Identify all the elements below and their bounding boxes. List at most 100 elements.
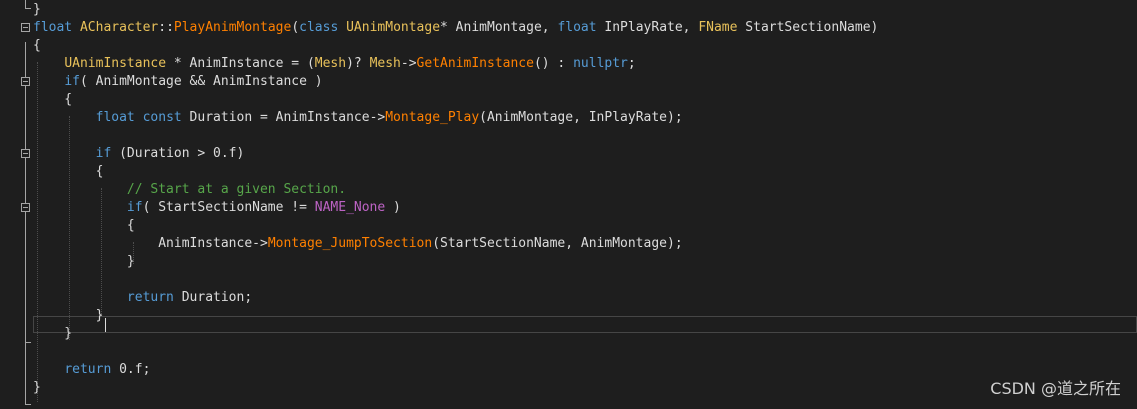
- code-line[interactable]: [0, 127, 1137, 145]
- code-text: }: [33, 379, 41, 397]
- code-token: }: [33, 254, 135, 269]
- code-token: NAME_None: [314, 200, 386, 215]
- code-token: Montage_JumpToSection: [267, 236, 433, 251]
- code-line[interactable]: }: [0, 1, 1137, 19]
- fold-collapse-icon[interactable]: [21, 149, 30, 158]
- code-token: float: [33, 20, 73, 35]
- code-token: ): [385, 200, 401, 215]
- code-text: return Duration;: [33, 289, 252, 307]
- code-token: }: [33, 326, 73, 341]
- code-token: {: [33, 164, 104, 179]
- code-line[interactable]: }: [0, 325, 1137, 343]
- code-line[interactable]: [0, 343, 1137, 361]
- code-line[interactable]: AnimInstance->Montage_JumpToSection(Star…: [0, 235, 1137, 253]
- code-token: 0.f;: [111, 362, 151, 377]
- code-token: class: [299, 20, 339, 35]
- code-line[interactable]: if( AnimMontage && AnimInstance ): [0, 73, 1137, 91]
- code-token: }: [33, 2, 41, 17]
- code-token: nullptr: [573, 56, 628, 71]
- code-line[interactable]: {: [0, 91, 1137, 109]
- code-token: if: [126, 200, 143, 215]
- code-token: ::: [158, 20, 174, 35]
- code-token: UAnimMontage: [346, 20, 441, 35]
- code-line[interactable]: return 0.f;: [0, 361, 1137, 379]
- text-caret: [105, 318, 106, 332]
- code-text: if( StartSectionName != NAME_None ): [33, 199, 401, 217]
- code-token: return: [64, 362, 112, 377]
- code-token: }: [33, 380, 41, 395]
- code-token: const: [142, 110, 182, 125]
- fold-collapse-icon[interactable]: [21, 203, 30, 212]
- code-line[interactable]: return Duration;: [0, 289, 1137, 307]
- code-token: InPlayRate,: [596, 20, 699, 35]
- code-token: PlayAnimMontage: [173, 20, 292, 35]
- code-token: (Duration > 0.f): [111, 146, 245, 161]
- code-token: FName: [698, 20, 738, 35]
- code-token: * AnimMontage,: [440, 20, 558, 35]
- code-text: UAnimInstance * AnimInstance = (Mesh)? M…: [33, 55, 636, 73]
- code-token: (AnimMontage, InPlayRate);: [479, 110, 683, 125]
- code-line[interactable]: {: [0, 217, 1137, 235]
- code-token: }: [33, 308, 104, 323]
- code-token: Mesh: [314, 56, 347, 71]
- code-token: {: [33, 38, 41, 53]
- code-text: {: [33, 91, 72, 109]
- code-editor[interactable]: } float ACharacter::PlayAnimMontage(class…: [0, 0, 1137, 409]
- code-token: Montage_Play: [385, 110, 480, 125]
- code-token: AnimInstance->: [33, 236, 268, 251]
- code-token: () :: [533, 56, 574, 71]
- code-line[interactable]: // Start at a given Section.: [0, 181, 1137, 199]
- code-token: )?: [346, 56, 370, 71]
- fold-collapse-icon[interactable]: [21, 77, 30, 86]
- code-token: Mesh: [369, 56, 401, 71]
- code-token: (StartSectionName, AnimMontage);: [432, 236, 683, 251]
- code-line[interactable]: [0, 271, 1137, 289]
- code-line[interactable]: {: [0, 163, 1137, 181]
- fold-collapse-icon[interactable]: [21, 23, 30, 32]
- code-line[interactable]: }: [0, 307, 1137, 325]
- code-token: float: [95, 110, 135, 125]
- code-text: }: [33, 253, 135, 271]
- code-token: if: [95, 146, 112, 161]
- code-line[interactable]: float ACharacter::PlayAnimMontage(class …: [0, 19, 1137, 37]
- code-text: AnimInstance->Montage_JumpToSection(Star…: [33, 235, 683, 253]
- code-text: if (Duration > 0.f): [33, 145, 245, 163]
- code-token: return: [126, 290, 174, 305]
- code-token: ;: [627, 56, 636, 71]
- code-token: {: [33, 218, 135, 233]
- code-token: // Start at a given Section.: [126, 182, 347, 197]
- code-line[interactable]: {: [0, 37, 1137, 55]
- code-token: StartSectionName): [737, 20, 879, 35]
- code-token: ( StartSectionName !=: [142, 200, 315, 215]
- code-line[interactable]: }: [0, 253, 1137, 271]
- code-text: }: [33, 307, 104, 325]
- code-text: {: [33, 37, 41, 55]
- code-text: return 0.f;: [33, 361, 150, 379]
- code-line[interactable]: if( StartSectionName != NAME_None ): [0, 199, 1137, 217]
- watermark: CSDN @道之所在: [990, 379, 1121, 398]
- code-text: {: [33, 163, 104, 181]
- code-token: Duration = AnimInstance->: [181, 110, 386, 125]
- code-text: if( AnimMontage && AnimInstance ): [33, 73, 322, 91]
- fold-outline-end: [25, 404, 31, 405]
- code-line[interactable]: if (Duration > 0.f): [0, 145, 1137, 163]
- code-token: GetAnimInstance: [416, 56, 534, 71]
- code-token: * AnimInstance = (: [166, 56, 315, 71]
- code-text: // Start at a given Section.: [33, 181, 346, 199]
- code-text: }: [33, 325, 72, 343]
- code-token: ->: [400, 56, 417, 71]
- code-line[interactable]: float const Duration = AnimInstance->Mon…: [0, 109, 1137, 127]
- code-line[interactable]: }: [0, 379, 1137, 397]
- code-line[interactable]: UAnimInstance * AnimInstance = (Mesh)? M…: [0, 55, 1137, 73]
- code-text: float const Duration = AnimInstance->Mon…: [33, 109, 683, 127]
